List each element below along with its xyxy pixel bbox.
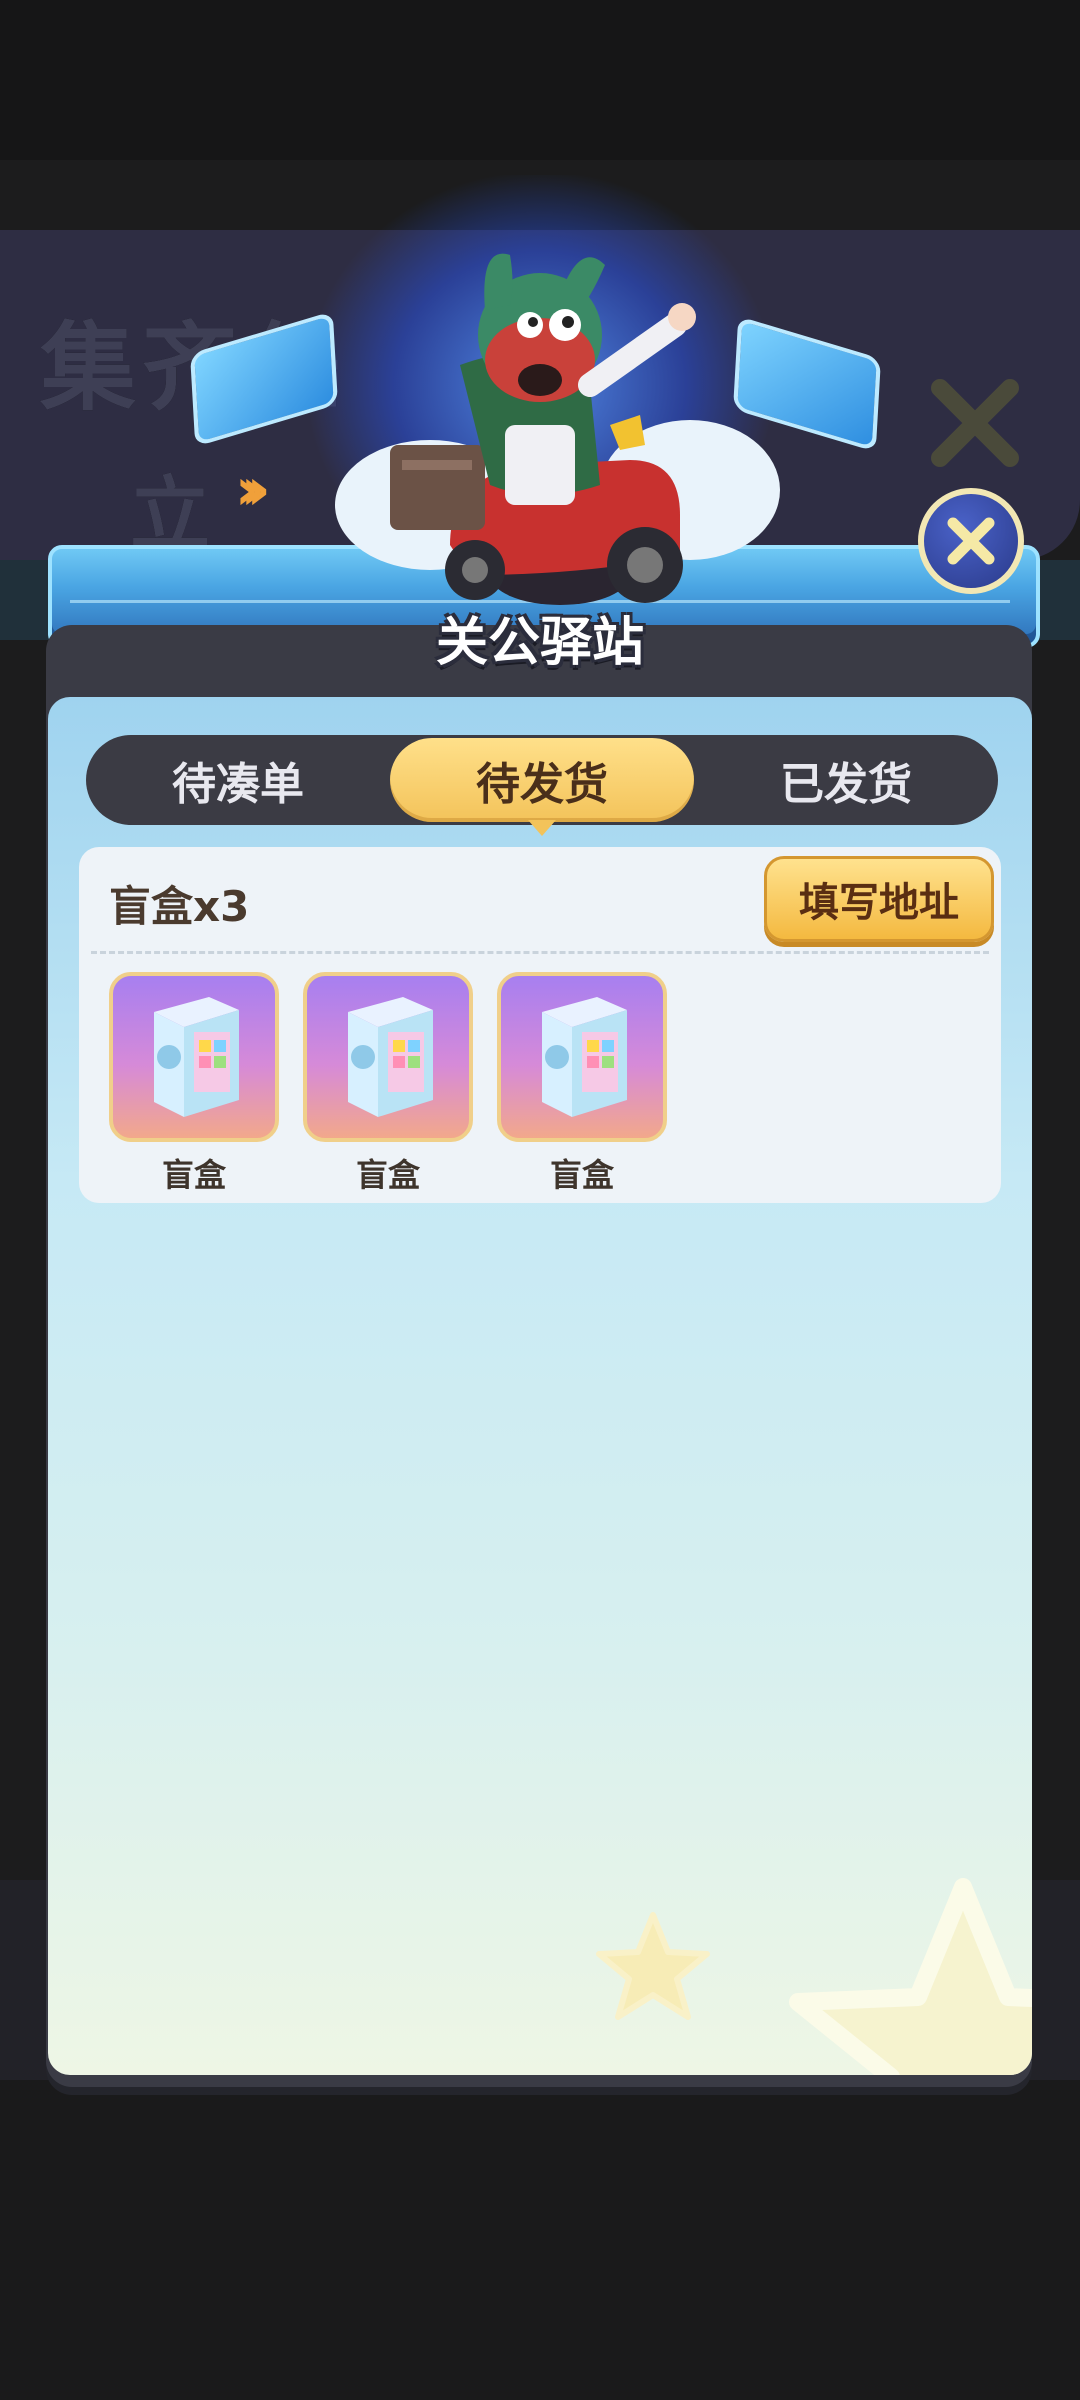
item-label: 盲盒: [355, 1156, 420, 1194]
item-label: 盲盒: [549, 1156, 614, 1194]
item-label: 盲盒: [161, 1156, 226, 1194]
order-items-list: 盲盒 盲盒 盲盒: [109, 972, 667, 1196]
order-item[interactable]: 盲盒: [109, 972, 279, 1196]
order-title: 盲盒x3: [109, 882, 250, 931]
tab-pending-shipment-label: 待发货: [476, 759, 608, 810]
blind-box-icon: [542, 997, 627, 1117]
card-divider: [91, 951, 989, 954]
item-frame: [303, 972, 473, 1142]
order-item[interactable]: 盲盒: [497, 972, 667, 1196]
fill-address-button[interactable]: 填写地址: [764, 856, 994, 942]
star-small-decoration-icon: [596, 1912, 710, 2020]
blind-box-icon: [348, 997, 433, 1117]
page-title: 关公驿站: [435, 613, 644, 673]
star-decoration-icon: [789, 1878, 1032, 2075]
tab-pending-shipment[interactable]: 待发货: [390, 738, 694, 836]
courier-character-icon: [390, 253, 696, 605]
item-frame: [497, 972, 667, 1142]
item-frame: [109, 972, 279, 1142]
order-card: 盲盒x3 填写地址 盲盒 盲盒 盲盒: [79, 847, 1001, 1203]
status-tabs: 待凑单 待发货 已发货: [86, 735, 998, 836]
blind-box-icon: [154, 997, 239, 1117]
background-x-icon: [931, 379, 1019, 467]
tab-pointer-icon: [528, 820, 556, 836]
close-icon: [947, 517, 995, 565]
tab-shipped[interactable]: 已发货: [694, 735, 998, 825]
order-item[interactable]: 盲盒: [303, 972, 473, 1196]
left-chevrons-decoration: ›››: [235, 455, 270, 523]
tab-pending-group[interactable]: 待凑单: [86, 735, 390, 825]
close-button[interactable]: [918, 488, 1024, 594]
